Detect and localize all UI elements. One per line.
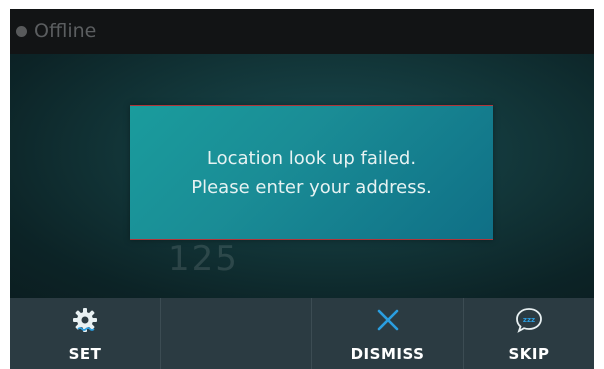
- empty-button-slot: [161, 298, 312, 369]
- dialog-message-line1: Location look up failed.: [206, 148, 417, 169]
- dialog-message-line2: Please enter your address.: [191, 177, 432, 198]
- background-digits: 125: [168, 239, 239, 279]
- status-indicator-icon: [16, 26, 27, 37]
- status-label: Offline: [34, 20, 97, 42]
- dismiss-button[interactable]: DISMISS: [312, 298, 464, 369]
- skip-button[interactable]: zzz SKIP: [464, 298, 594, 369]
- gear-icon: [72, 307, 98, 337]
- set-button-label: SET: [68, 345, 102, 363]
- status-bar: Offline: [10, 9, 594, 54]
- bottom-action-bar: SET DISMISS zzz SKIP: [10, 298, 594, 369]
- device-screen: Offline 125 Location look up failed. Ple…: [10, 9, 594, 369]
- alert-dialog[interactable]: Location look up failed. Please enter yo…: [130, 105, 493, 240]
- sleep-bubble-icon: zzz: [515, 307, 543, 337]
- skip-button-label: SKIP: [508, 345, 550, 363]
- close-icon: [375, 307, 401, 337]
- dismiss-button-label: DISMISS: [350, 345, 425, 363]
- svg-text:zzz: zzz: [523, 316, 535, 324]
- set-button[interactable]: SET: [10, 298, 161, 369]
